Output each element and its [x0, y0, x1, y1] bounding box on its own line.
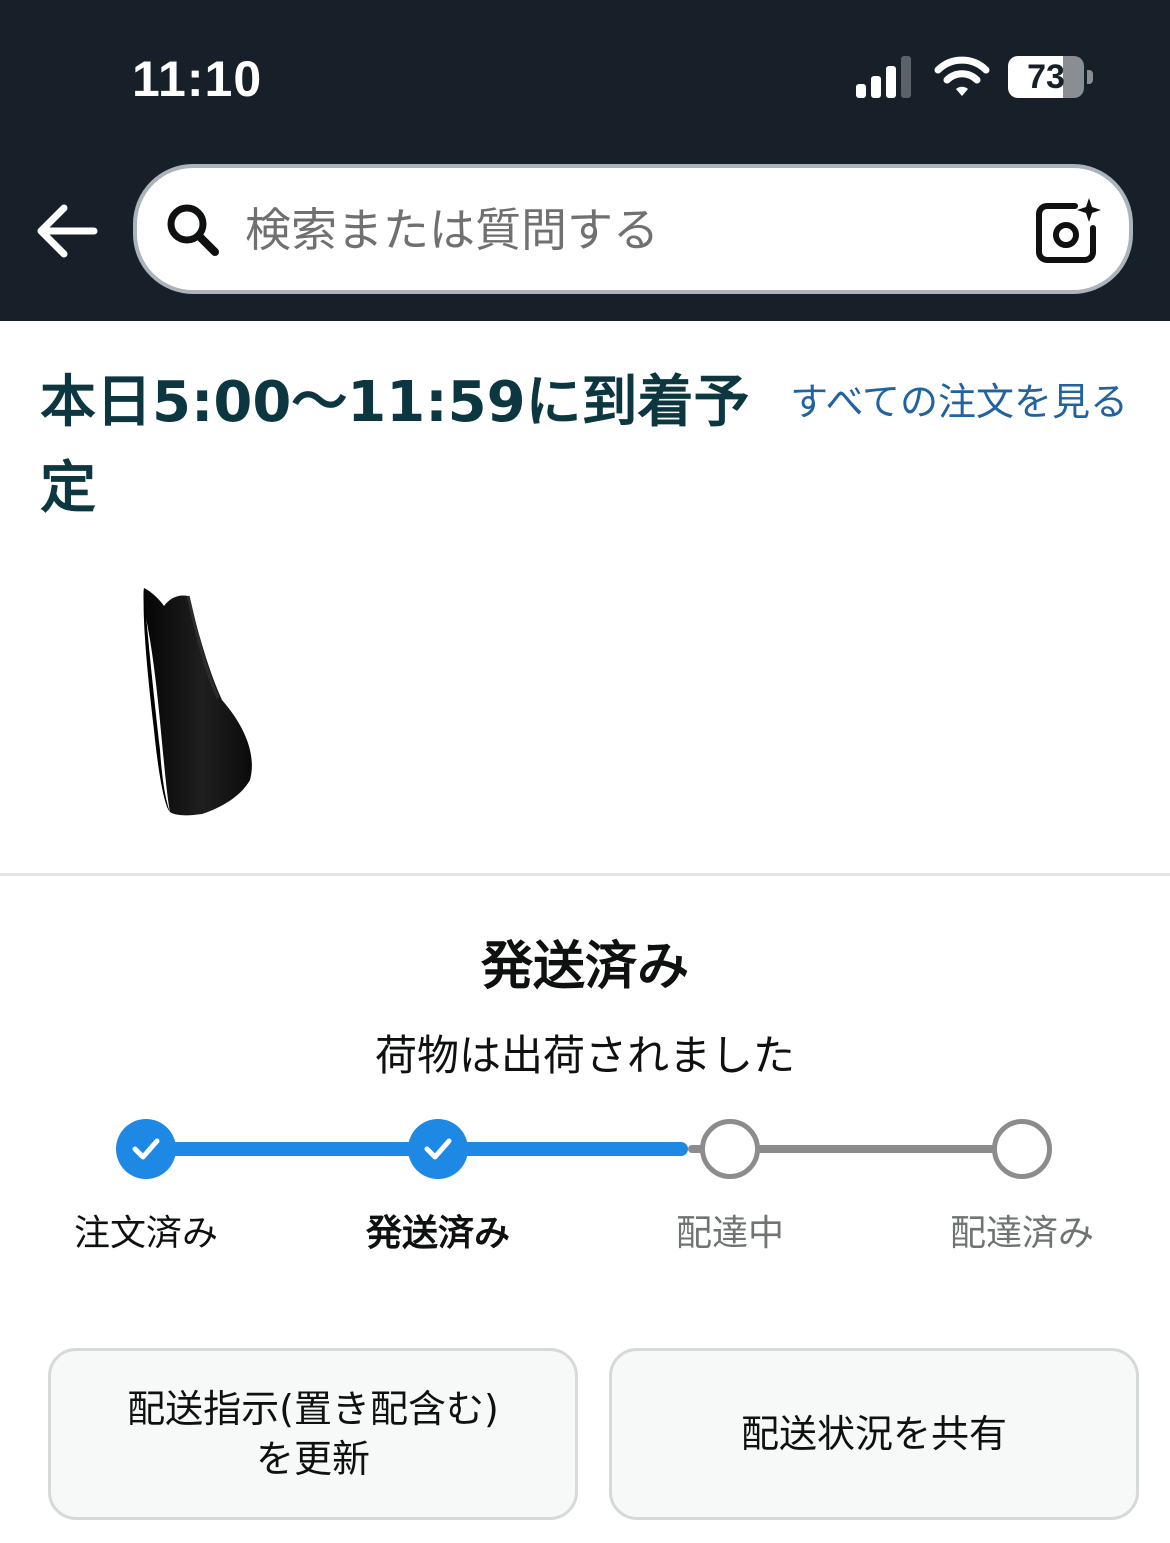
step-label-shipped: 発送済み — [365, 1213, 510, 1254]
camera-sparkle-icon[interactable] — [1035, 198, 1101, 264]
battery-icon: 73 — [1008, 56, 1094, 100]
step-label-out-for-delivery: 配達中 — [675, 1213, 784, 1254]
step-node-shipped — [408, 1119, 468, 1179]
wifi-icon — [934, 56, 990, 96]
search-icon — [167, 204, 219, 256]
share-delivery-status-label: 配送状況を共有 — [740, 1412, 1007, 1456]
step-label-delivered: 配達済み — [949, 1213, 1094, 1254]
update-delivery-instructions-button[interactable]: 配送指示(置き配含む) を更新 — [48, 1348, 578, 1520]
section-divider — [0, 873, 1170, 876]
step-label-ordered: 注文済み — [73, 1213, 218, 1254]
product-image[interactable] — [130, 580, 270, 820]
step-node-ordered — [116, 1119, 176, 1179]
search-bar[interactable] — [133, 164, 1133, 294]
app-header: 11:10 73 — [0, 0, 1170, 321]
battery-nub — [1087, 70, 1093, 84]
view-all-orders-link[interactable]: すべての注文を見る — [790, 374, 1128, 430]
search-input[interactable] — [245, 188, 985, 272]
arrival-estimate: 本日5:00〜11:59に到着予定 — [40, 370, 750, 521]
update-delivery-instructions-label: 配送指示(置き配含む) を更新 — [127, 1387, 499, 1481]
battery-level: 73 — [1027, 58, 1065, 96]
cellular-signal-icon — [856, 56, 911, 98]
status-time: 11:10 — [132, 51, 263, 107]
back-arrow-icon[interactable] — [34, 200, 100, 262]
shipment-status-title: 発送済み — [480, 937, 689, 997]
check-icon — [132, 1138, 160, 1160]
check-icon — [424, 1138, 452, 1160]
shipment-status-subtitle: 荷物は出荷されました — [374, 1031, 795, 1080]
step-node-delivered — [992, 1119, 1052, 1179]
battery-body: 73 — [1008, 56, 1084, 98]
share-delivery-status-button[interactable]: 配送状況を共有 — [609, 1348, 1139, 1520]
step-node-out-for-delivery — [700, 1119, 760, 1179]
